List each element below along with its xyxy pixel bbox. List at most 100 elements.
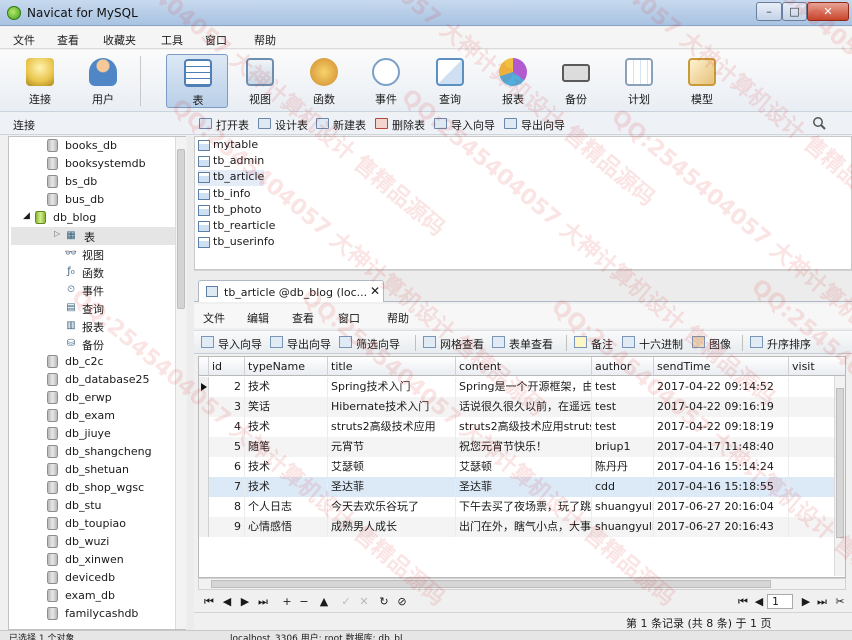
- toolbar-query-button[interactable]: 查询: [422, 54, 478, 108]
- table-row[interactable]: 3 笑话 Hibernate技术入门 话说很久很久以前，在遥远 test 2017-04-…: [199, 397, 845, 417]
- tree-db-item[interactable]: booksystemdb: [47, 155, 177, 173]
- minimize-button[interactable]: –: [756, 2, 782, 21]
- filter-wizard-tool[interactable]: 筛选向导: [339, 336, 400, 352]
- table-cell[interactable]: 4: [209, 417, 245, 437]
- table-cell[interactable]: 技术: [245, 417, 328, 437]
- table-cell[interactable]: 2017-04-16 15:18:55: [654, 477, 789, 497]
- page-last-button[interactable]: ⏭: [816, 595, 828, 609]
- table-cell[interactable]: 3: [209, 397, 245, 417]
- inner-menu-file[interactable]: 文件: [203, 310, 225, 326]
- tree-scrollbar[interactable]: [175, 137, 186, 629]
- collapse-icon[interactable]: ◢: [23, 211, 30, 221]
- table-cell[interactable]: 技术: [245, 477, 328, 497]
- toolbar-view-button[interactable]: 视图: [232, 54, 288, 108]
- tree-db-item[interactable]: db_wuzi: [47, 533, 177, 551]
- tree-node-child[interactable]: ▤ 查询: [64, 299, 184, 317]
- tree-scrollbar-thumb[interactable]: [177, 149, 185, 309]
- table-cell[interactable]: 8: [209, 497, 245, 517]
- table-cell[interactable]: 9: [209, 517, 245, 537]
- table-cell[interactable]: 笑话: [245, 397, 328, 417]
- tree-db-item[interactable]: familycashdb: [47, 605, 177, 623]
- table-cell[interactable]: 2017-04-22 09:14:52: [654, 377, 789, 397]
- new-table-button[interactable]: 新建表: [316, 117, 366, 132]
- row-marker[interactable]: [199, 437, 209, 457]
- tree-db-item[interactable]: db_toupiao: [47, 515, 177, 533]
- table-cell[interactable]: test: [592, 417, 654, 437]
- table-cell[interactable]: 个人日志: [245, 497, 328, 517]
- table-cell[interactable]: 祝您元宵节快乐！: [456, 437, 592, 457]
- table-cell[interactable]: 下午去买了夜场票，玩了跳: [456, 497, 592, 517]
- page-input[interactable]: 1: [767, 594, 793, 609]
- export-wizard-tool[interactable]: 导出向导: [270, 336, 331, 352]
- toolbar-event-button[interactable]: 事件: [358, 54, 414, 108]
- table-cell[interactable]: 艾瑟顿: [456, 457, 592, 477]
- menu-tools[interactable]: 工具: [161, 32, 183, 48]
- tree-db-item[interactable]: db_shangcheng: [47, 443, 177, 461]
- table-cell[interactable]: cdd: [592, 477, 654, 497]
- cancel-button[interactable]: ✕: [358, 595, 370, 608]
- export-wizard-button[interactable]: 导出向导: [504, 117, 565, 132]
- table-cell[interactable]: 成熟男人成长: [328, 517, 456, 537]
- delete-table-button[interactable]: 删除表: [375, 117, 425, 132]
- tree-db-item[interactable]: db_erwp: [47, 389, 177, 407]
- grid-hscrollbar-thumb[interactable]: [211, 580, 771, 588]
- row-marker[interactable]: [199, 377, 209, 397]
- menu-favorites[interactable]: 收藏夹: [103, 32, 136, 48]
- table-cell[interactable]: 随笔: [245, 437, 328, 457]
- column-header[interactable]: title: [328, 357, 456, 376]
- pane-resize-handle[interactable]: [194, 270, 852, 278]
- table-cell[interactable]: Spring技术入门: [328, 377, 456, 397]
- pane-splitter[interactable]: [187, 136, 194, 630]
- refresh-button[interactable]: ↻: [378, 595, 390, 608]
- table-row[interactable]: 2 技术 Spring技术入门 Spring是一个开源框架，由 test 2017-04-…: [199, 377, 845, 397]
- grid-vertical-scrollbar[interactable]: [834, 376, 845, 576]
- table-row[interactable]: 9 心情感悟 成熟男人成长 出门在外，瞎气小点，大事 shuangyulir 2017-0…: [199, 517, 845, 537]
- table-cell[interactable]: 6: [209, 457, 245, 477]
- inner-menu-view[interactable]: 查看: [292, 310, 314, 326]
- table-list-item[interactable]: tb_photo: [198, 203, 262, 219]
- table-row[interactable]: 6技术艾瑟顿艾瑟顿陈丹丹2017-04-16 15:14:240: [199, 457, 845, 477]
- sort-ascending-tool[interactable]: 升序排序: [750, 336, 811, 352]
- move-up-button[interactable]: ▲: [318, 595, 330, 608]
- search-icon[interactable]: [812, 116, 826, 130]
- toolbar-schedule-button[interactable]: 计划: [611, 54, 667, 108]
- page-prev-button[interactable]: ◀: [753, 595, 765, 608]
- apply-button[interactable]: ✓: [340, 595, 352, 608]
- grid-view-tool[interactable]: 网格查看: [423, 336, 484, 352]
- tree-db-open[interactable]: ◢ db_blog: [23, 209, 185, 227]
- toolbar-backup-button[interactable]: 备份: [548, 54, 604, 108]
- table-cell[interactable]: 心情感悟: [245, 517, 328, 537]
- table-cell[interactable]: 7: [209, 477, 245, 497]
- tree-node-child[interactable]: ƒ₀ 函数: [64, 263, 184, 281]
- table-cell[interactable]: 圣达菲: [456, 477, 592, 497]
- delete-record-button[interactable]: −: [298, 595, 310, 608]
- tab-close-icon[interactable]: ✕: [370, 284, 380, 298]
- column-header[interactable]: visit: [789, 357, 845, 376]
- table-cell[interactable]: struts2高级技术应用: [328, 417, 456, 437]
- table-cell[interactable]: test: [592, 397, 654, 417]
- tree-db-item[interactable]: db_shetuan: [47, 461, 177, 479]
- tree-db-item[interactable]: db_jiuye: [47, 425, 177, 443]
- maximize-button[interactable]: □: [782, 2, 807, 21]
- last-record-button[interactable]: ⏭: [257, 595, 269, 609]
- page-first-button[interactable]: ⏮: [737, 595, 749, 609]
- table-row[interactable]: 8 个人日志 今天去欢乐谷玩了 下午去买了夜场票，玩了跳 shuangyulir 2017…: [199, 497, 845, 517]
- prev-record-button[interactable]: ◀: [221, 595, 233, 608]
- table-list-item[interactable]: tb_userinfo: [198, 235, 274, 251]
- filter-clear-icon[interactable]: ✂: [834, 595, 846, 608]
- tree-db-item[interactable]: db_shop_wgsc: [47, 479, 177, 497]
- open-table-button[interactable]: 打开表: [199, 117, 249, 132]
- table-cell[interactable]: shuangyulir: [592, 497, 654, 517]
- design-table-button[interactable]: 设计表: [258, 117, 308, 132]
- table-cell[interactable]: Hibernate技术入门: [328, 397, 456, 417]
- column-header[interactable]: typeName: [245, 357, 328, 376]
- table-cell[interactable]: 5: [209, 437, 245, 457]
- table-cell[interactable]: briup1: [592, 437, 654, 457]
- table-cell[interactable]: 2017-06-27 20:16:43: [654, 517, 789, 537]
- tree-node-child[interactable]: 👓 视图: [64, 245, 184, 263]
- inner-menu-window[interactable]: 窗口: [338, 310, 360, 326]
- toolbar-connect-button[interactable]: 连接: [12, 54, 68, 108]
- table-list-item[interactable]: tb_admin: [198, 154, 264, 170]
- tree-db-item[interactable]: bs_db: [47, 173, 177, 191]
- table-list-item[interactable]: mytable: [198, 138, 258, 154]
